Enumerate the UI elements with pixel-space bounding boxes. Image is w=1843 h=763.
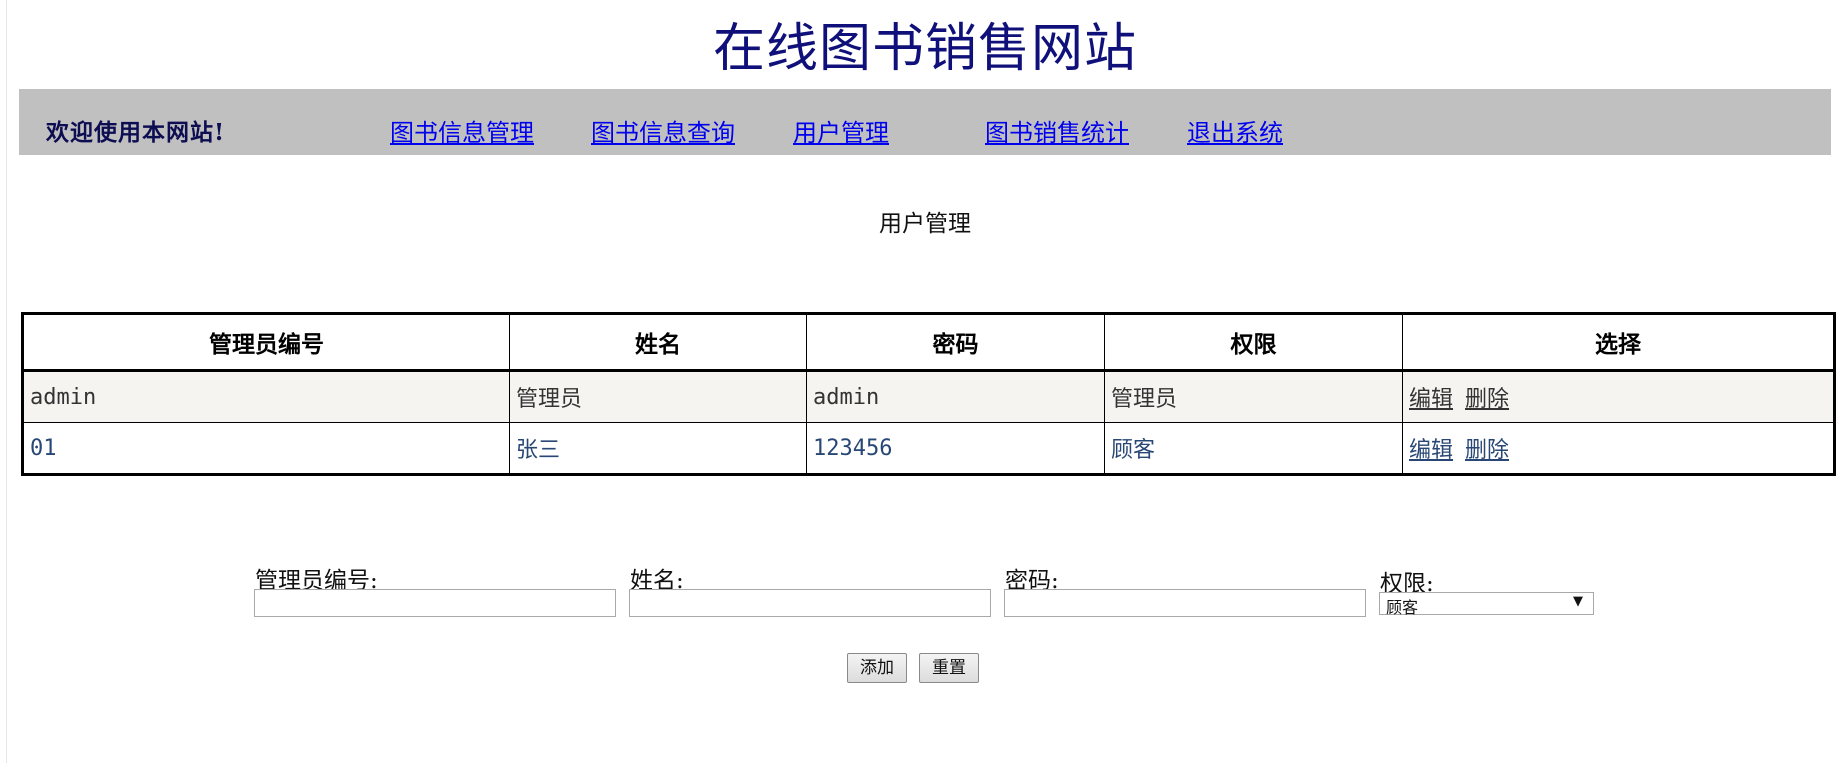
nav-bar: 欢迎使用本网站! 图书信息管理 图书信息查询 用户管理 图书销售统计 退出系统	[19, 89, 1831, 155]
page-heading: 用户管理	[879, 211, 971, 237]
column-header-role: 权限	[1104, 313, 1403, 372]
nav-link-logout[interactable]: 退出系统	[1187, 113, 1283, 148]
table-header-row: 管理员编号 姓名 密码 权限 选择	[22, 313, 1835, 372]
nav-link-book-info-management[interactable]: 图书信息管理	[390, 113, 534, 148]
nav-link-book-sales-stats[interactable]: 图书销售统计	[985, 113, 1129, 148]
triangle-down-icon: ▼	[1573, 594, 1583, 609]
table-row: admin 管理员 admin 管理员 编辑 删除	[22, 370, 1835, 423]
cell-admin-id: admin	[22, 370, 510, 423]
page-left-border	[6, 0, 7, 763]
cell-name: 张三	[509, 422, 807, 475]
cell-role: 管理员	[1104, 370, 1403, 423]
welcome-text: 欢迎使用本网站!	[46, 119, 226, 146]
column-header-password: 密码	[806, 313, 1105, 372]
edit-link[interactable]: 编辑	[1409, 438, 1453, 463]
cell-admin-id: 01	[22, 422, 510, 475]
admin-id-input[interactable]	[254, 589, 616, 617]
cell-name: 管理员	[509, 370, 807, 423]
site-title: 在线图书销售网站	[712, 19, 1137, 79]
role-select-value: 顾客	[1386, 598, 1419, 617]
column-header-admin-id: 管理员编号	[22, 313, 510, 372]
add-button[interactable]: 添加	[847, 653, 907, 683]
reset-button[interactable]: 重置	[919, 653, 979, 683]
column-header-actions: 选择	[1402, 313, 1835, 372]
cell-role: 顾客	[1104, 422, 1403, 475]
cell-password: 123456	[806, 422, 1105, 475]
cell-password: admin	[806, 370, 1105, 423]
delete-link[interactable]: 删除	[1465, 438, 1509, 463]
column-header-name: 姓名	[509, 313, 807, 372]
user-table: 管理员编号 姓名 密码 权限 选择 admin 管理员 admin 管理员 编辑…	[21, 312, 1836, 476]
name-input[interactable]	[629, 589, 991, 617]
nav-link-book-info-query[interactable]: 图书信息查询	[591, 113, 735, 148]
cell-actions: 编辑 删除	[1402, 370, 1835, 423]
cell-actions: 编辑 删除	[1402, 422, 1835, 475]
edit-link[interactable]: 编辑	[1409, 387, 1453, 412]
role-select[interactable]: 顾客 ▼	[1379, 592, 1594, 617]
table-row: 01 张三 123456 顾客 编辑 删除	[22, 422, 1835, 475]
nav-link-user-management[interactable]: 用户管理	[793, 113, 889, 148]
password-input[interactable]	[1004, 589, 1366, 617]
delete-link[interactable]: 删除	[1465, 387, 1509, 412]
